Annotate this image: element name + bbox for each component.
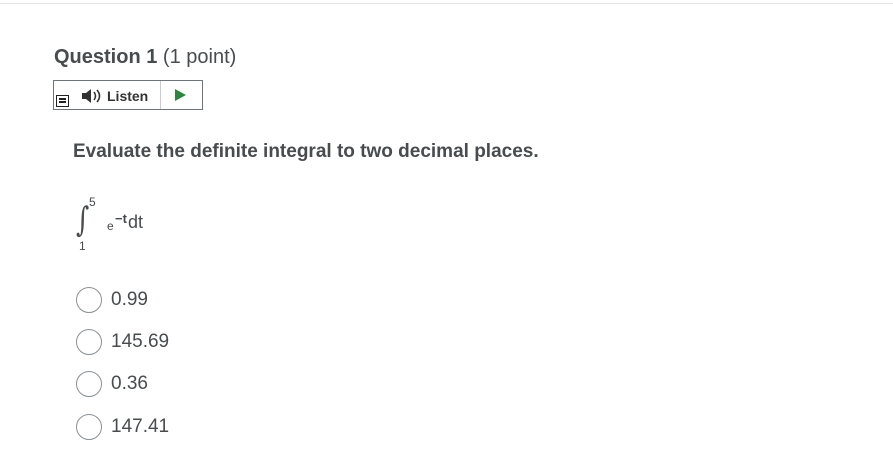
integral-differential: dt (128, 212, 144, 232)
integral-sign: ∫ (76, 200, 90, 240)
radio-button[interactable] (76, 371, 102, 397)
readspeaker-toolbar: Listen (53, 80, 203, 110)
answer-choice[interactable]: 0.36 (76, 371, 376, 397)
answer-choice-label[interactable]: 145.69 (111, 331, 169, 353)
integral-lower-limit: 1 (79, 239, 86, 253)
integral-upper-limit: 5 (89, 195, 96, 209)
answer-choice[interactable]: 145.69 (76, 329, 376, 355)
question-prompt: Evaluate the definite integral to two de… (73, 141, 539, 162)
question-points: (1 point) (162, 46, 237, 68)
answer-choice-label[interactable]: 0.36 (111, 373, 148, 395)
play-icon[interactable] (175, 89, 186, 101)
answer-choice[interactable]: 0.99 (76, 287, 376, 313)
integral-expression: ∫ 5 1 e −t dt (76, 196, 176, 256)
integrand-exponent: −t (115, 211, 127, 226)
radio-button[interactable] (76, 329, 102, 355)
speaker-icon[interactable] (81, 88, 103, 104)
toolbar-divider (160, 81, 161, 109)
radio-button[interactable] (76, 414, 102, 440)
top-divider (0, 3, 893, 4)
question-header: Question 1 (1 point) (54, 43, 236, 71)
answer-choice-label[interactable]: 147.41 (111, 416, 169, 438)
menu-icon[interactable] (56, 95, 69, 107)
answer-choice-label[interactable]: 0.99 (111, 289, 148, 311)
integrand-base: e (107, 219, 114, 233)
question-title: Question 1 (54, 46, 158, 68)
answer-choice[interactable]: 147.41 (76, 414, 376, 440)
radio-button[interactable] (76, 287, 102, 313)
listen-button[interactable]: Listen (107, 87, 148, 105)
